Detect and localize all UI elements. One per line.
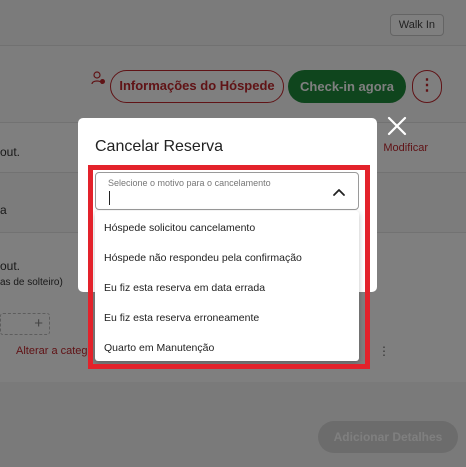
modal-title: Cancelar Reserva [95, 138, 224, 155]
close-icon[interactable] [385, 114, 409, 138]
highlight-box [88, 165, 370, 369]
